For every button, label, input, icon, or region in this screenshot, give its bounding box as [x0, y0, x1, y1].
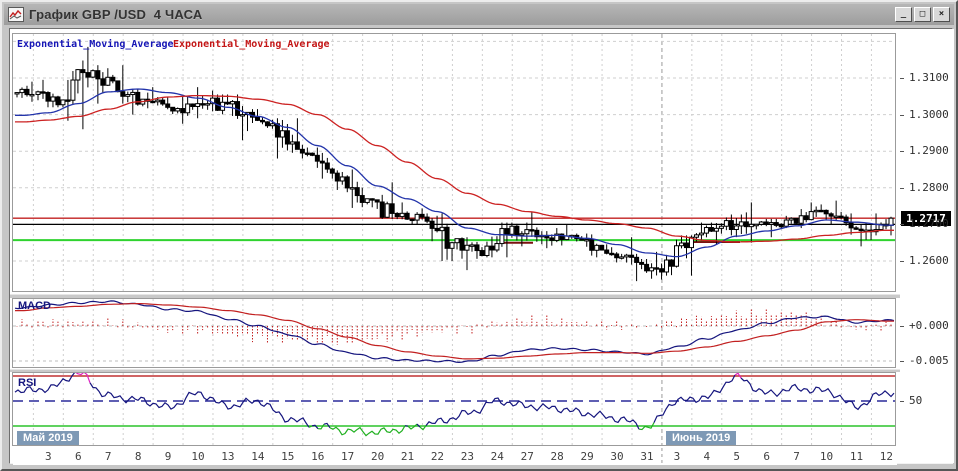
axis-tick	[900, 326, 904, 327]
month-badge-june: Июнь 2019	[666, 431, 737, 445]
axis-tick	[900, 187, 904, 189]
minimize-button[interactable]: _	[895, 7, 912, 22]
price-axis: 1.2717 1.3100 1.3000 1.2900 1.2800 1.2700 1.2…	[900, 29, 954, 463]
axis-tick	[900, 361, 904, 362]
axis-tick	[900, 401, 904, 402]
macd-label: MACD	[18, 300, 51, 312]
legend-ema-slow: Exponential_Moving_Average	[173, 39, 330, 50]
axis-tick-label: 1.2800	[909, 180, 949, 194]
rsi-label: RSI	[18, 377, 37, 389]
chart-client-area: 3 6 7 8 9 10 13 14 15 16 17 20 21 22 23 24 27 28 29 30 31 3 4 5…	[9, 28, 954, 465]
axis-tick-label: 50	[909, 394, 923, 407]
macd-panel[interactable]	[12, 298, 896, 368]
month-badge-may: Май 2019	[17, 431, 79, 445]
axis-tick-label: 1.2700	[909, 217, 949, 231]
axis-tick-label: 1.3000	[909, 107, 949, 121]
main-price-chart[interactable]	[12, 33, 896, 292]
axis-tick-label: 1.3100	[909, 71, 949, 84]
window-title: График GBP /USD 4 ЧАСА	[29, 7, 203, 22]
app-icon	[8, 7, 24, 22]
axis-tick	[900, 224, 904, 226]
axis-tick-label: 1.2900	[909, 144, 949, 158]
axis-tick-label: -0.005	[909, 354, 949, 367]
close-button[interactable]: ×	[933, 7, 950, 22]
title-bar[interactable]: График GBP /USD 4 ЧАСА _ □ ×	[4, 4, 954, 25]
axis-tick	[900, 78, 904, 79]
maximize-button[interactable]: □	[914, 7, 931, 22]
axis-tick-label: 1.2600	[909, 254, 949, 267]
axis-tick-label: +0.000	[909, 319, 949, 332]
axis-tick	[900, 261, 904, 262]
rsi-panel[interactable]	[12, 372, 896, 446]
axis-tick	[900, 151, 904, 153]
legend-ema-fast: Exponential_Moving_Average	[17, 39, 174, 50]
chart-window: График GBP /USD 4 ЧАСА _ □ × 3 6 7 8 9 10 13 14…	[0, 0, 958, 471]
time-axis: 3 6 7 8 9 10 13 14 15 16 17 20 21 22 23 24 27 28 29 30 31 3 4 5…	[13, 448, 897, 465]
axis-tick	[900, 114, 904, 116]
